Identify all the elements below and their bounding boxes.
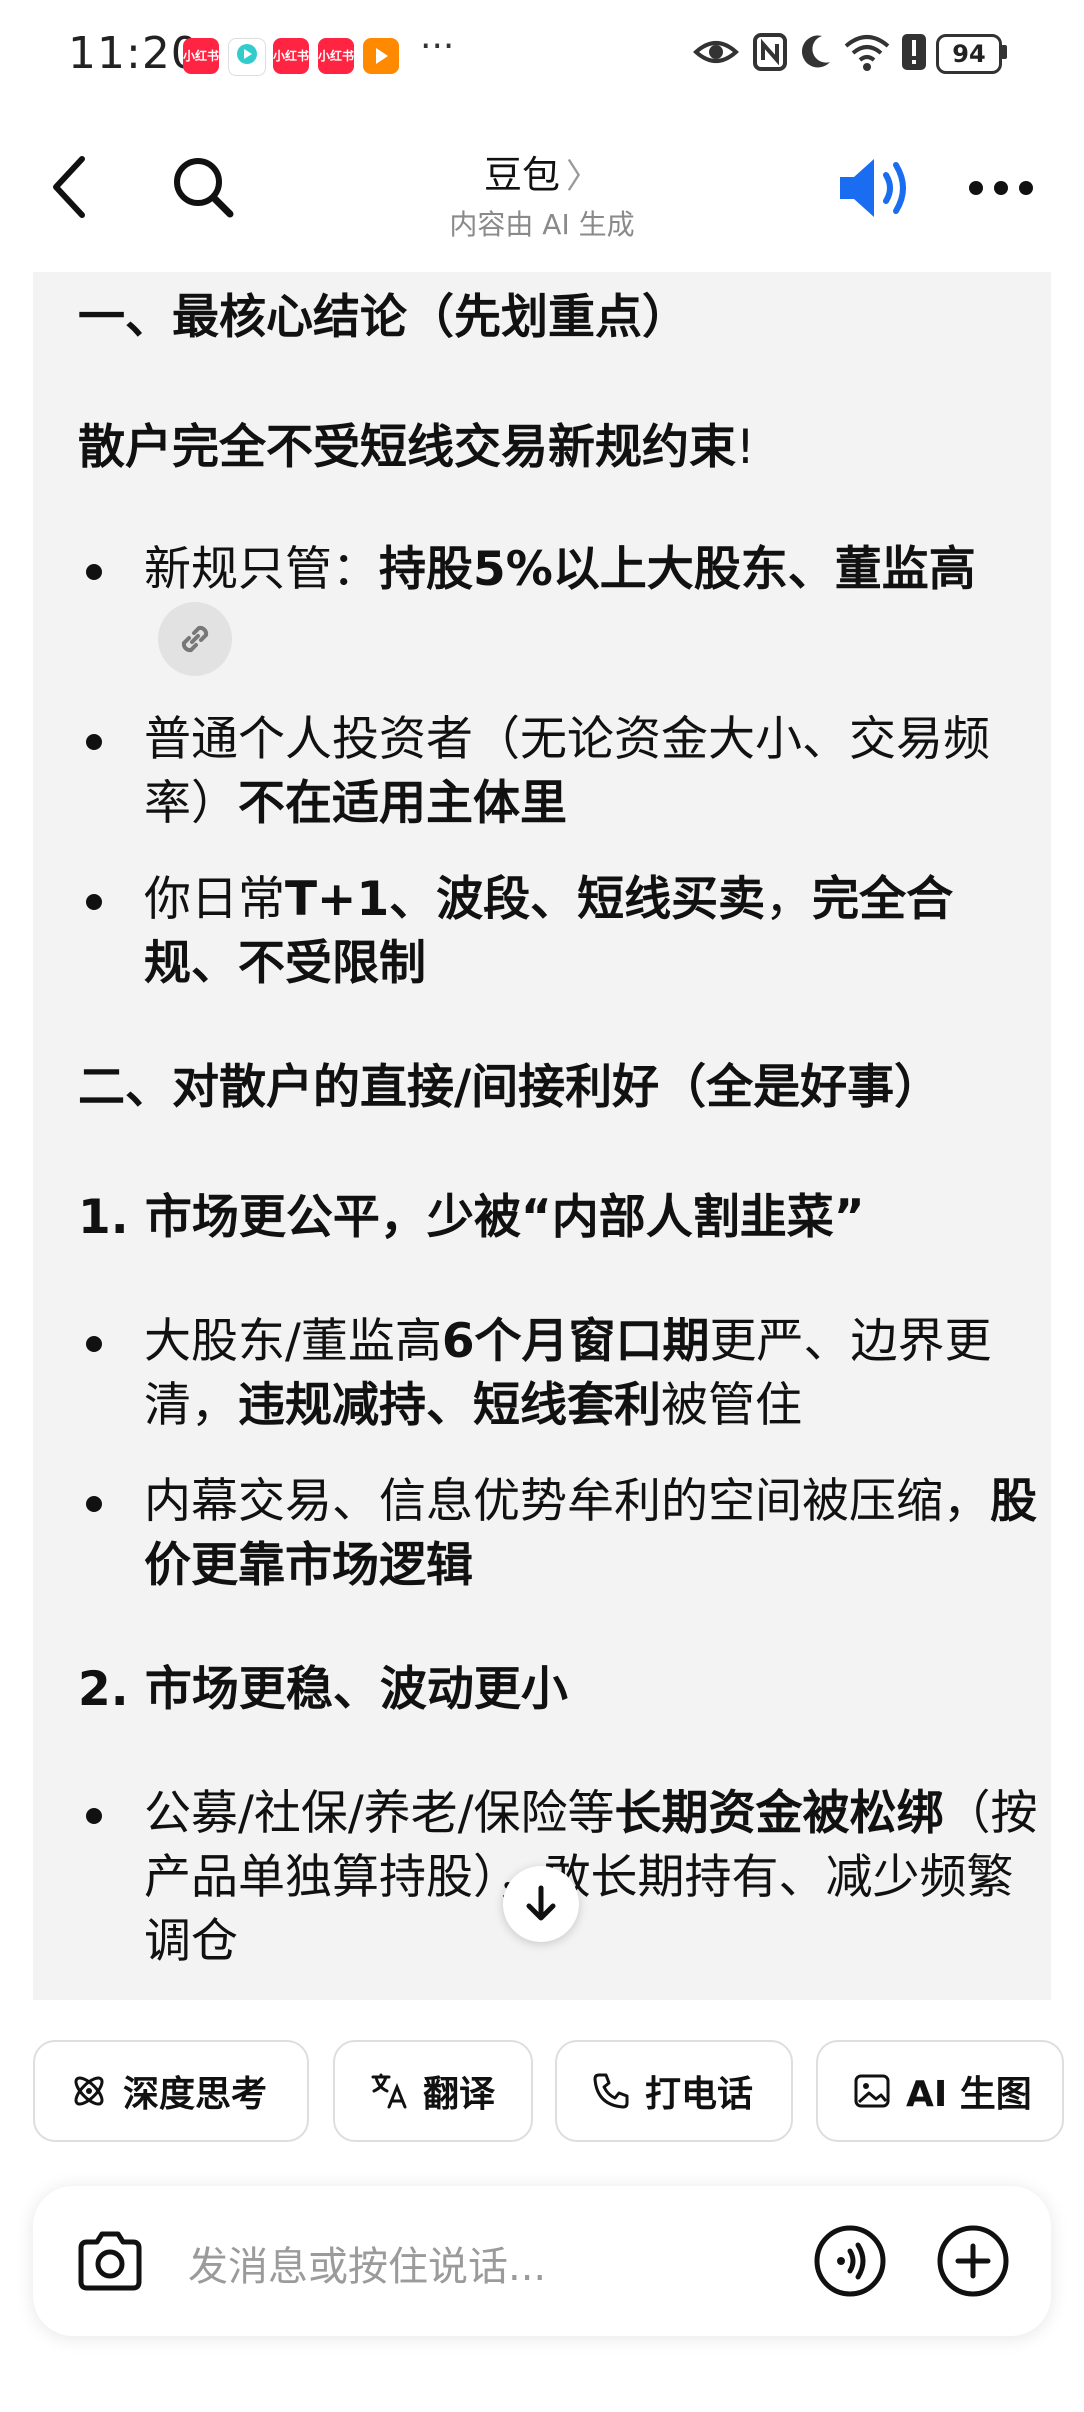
speaker-icon: [840, 159, 906, 217]
ai-disclaimer: 内容由 AI 生成: [449, 208, 635, 241]
status-bar: 11:20 小红书 小红书 小红书 ··· 94: [0, 0, 1084, 110]
more-notifications-icon: ···: [420, 26, 455, 67]
bullet-bold: 持股5%以上大股东、董监高: [379, 542, 976, 597]
list-item: 新规只管：持股5%以上大股东、董监高: [78, 538, 1038, 676]
source-link-button[interactable]: [158, 602, 232, 676]
xiaohongshu-notification-icon: 小红书: [183, 38, 219, 74]
atom-icon: [74, 2076, 104, 2106]
video-app-notification-icon: [228, 38, 266, 76]
list-item: 普通个人投资者（无论资金大小、交易频率）不在适用主体里: [78, 708, 1038, 836]
ai-message-bubble: 一、最核心结论（先划重点） 散户完全不受短线交易新规约束! 新规只管：持股5%以…: [33, 272, 1051, 2000]
quick-action-label: 打电话: [645, 2074, 754, 2115]
scroll-to-bottom-button[interactable]: [503, 1866, 579, 1942]
moon-icon: [801, 35, 830, 68]
conclusion-text: 散户完全不受短线交易新规约束!: [78, 416, 1038, 480]
chat-header: 豆包〉 内容由 AI 生成: [0, 130, 1084, 260]
battery-nub: [1001, 45, 1007, 59]
arrow-down-icon: [526, 1885, 556, 1921]
translate-icon: [371, 2073, 407, 2109]
message-input[interactable]: 发消息或按住说话...: [188, 2234, 546, 2292]
bullet-text: ，: [765, 872, 813, 927]
ai-image-button[interactable]: AI 生图: [816, 2040, 1064, 2142]
call-button[interactable]: 打电话: [555, 2040, 793, 2142]
bullet-bold: 长期资金被松绑: [614, 1786, 944, 1841]
speaker-button[interactable]: [836, 152, 916, 224]
voice-wave-icon: [814, 2225, 886, 2297]
wifi-icon: [844, 35, 890, 71]
plus-circle-icon: [937, 2225, 1009, 2297]
nfc-icon: [753, 33, 787, 71]
alert-icon: [902, 34, 926, 70]
bullet-text: 大股东/董监高: [144, 1314, 442, 1369]
camera-icon: [78, 2231, 142, 2291]
camera-button[interactable]: [73, 2224, 147, 2298]
title-block[interactable]: 豆包〉 内容由 AI 生成: [0, 144, 1084, 243]
subsection1-title: 1. 市场更公平，少被“内部人割韭菜”: [78, 1190, 865, 1245]
link-icon: [181, 625, 209, 653]
subsection2-title: 2. 市场更稳、波动更小: [78, 1662, 568, 1717]
message-content: 一、最核心结论（先划重点） 散户完全不受短线交易新规约束! 新规只管：持股5%以…: [78, 286, 1038, 1974]
bullet-bold: T+1、波段、短线买卖: [285, 872, 766, 927]
more-dots-icon: [969, 181, 1033, 195]
bullet-bold: 违规减持、短线套利: [238, 1378, 661, 1433]
conclusion-tail: !: [736, 420, 755, 475]
list-item: 大股东/董监高6个月窗口期更严、边界更清，违规减持、短线套利被管住: [78, 1310, 1038, 1438]
play-app-notification-icon: [363, 38, 399, 74]
bullet-text: 新规只管：: [144, 542, 379, 597]
battery-indicator: 94: [936, 34, 1002, 74]
quick-action-label: AI 生图: [906, 2074, 1032, 2115]
bullet-text: 公募/社保/养老/保险等: [144, 1786, 615, 1841]
bullet-bold: 不在适用主体里: [238, 776, 567, 831]
list-item: 内幕交易、信息优势牟利的空间被压缩，股价更靠市场逻辑: [78, 1470, 1038, 1598]
section2-title: 二、对散户的直接/间接利好（全是好事）: [78, 1060, 942, 1115]
message-input-bar: 发消息或按住说话...: [33, 2186, 1051, 2336]
add-attachment-button[interactable]: [936, 2224, 1010, 2298]
quick-action-label: 深度思考: [123, 2074, 268, 2115]
quick-action-label: 翻译: [423, 2074, 496, 2115]
more-options-button[interactable]: [966, 170, 1036, 206]
page-title: 豆包: [483, 153, 560, 197]
translate-button[interactable]: 翻译: [333, 2040, 533, 2142]
voice-call-button[interactable]: [813, 2224, 887, 2298]
eye-icon: [693, 41, 739, 63]
phone-icon: [593, 2073, 629, 2109]
deep-think-button[interactable]: 深度思考: [33, 2040, 309, 2142]
image-icon: [854, 2074, 890, 2108]
xiaohongshu-notification-icon-2: 小红书: [273, 38, 309, 74]
bullet-text: 内幕交易、信息优势牟利的空间被压缩，: [144, 1474, 990, 1529]
chevron-right-icon: 〉: [566, 157, 600, 197]
section1-title: 一、最核心结论（先划重点）: [78, 290, 689, 345]
list-item: 你日常T+1、波段、短线买卖，完全合规、不受限制: [78, 868, 1038, 996]
bullet-bold: 6个月窗口期: [441, 1314, 710, 1369]
status-time: 11:20: [68, 28, 200, 79]
bullet-text: 被管住: [661, 1378, 802, 1433]
conclusion-bold: 散户完全不受短线交易新规约束: [78, 420, 736, 475]
bullet-text: 你日常: [144, 872, 285, 927]
xiaohongshu-notification-icon-3: 小红书: [318, 38, 354, 74]
